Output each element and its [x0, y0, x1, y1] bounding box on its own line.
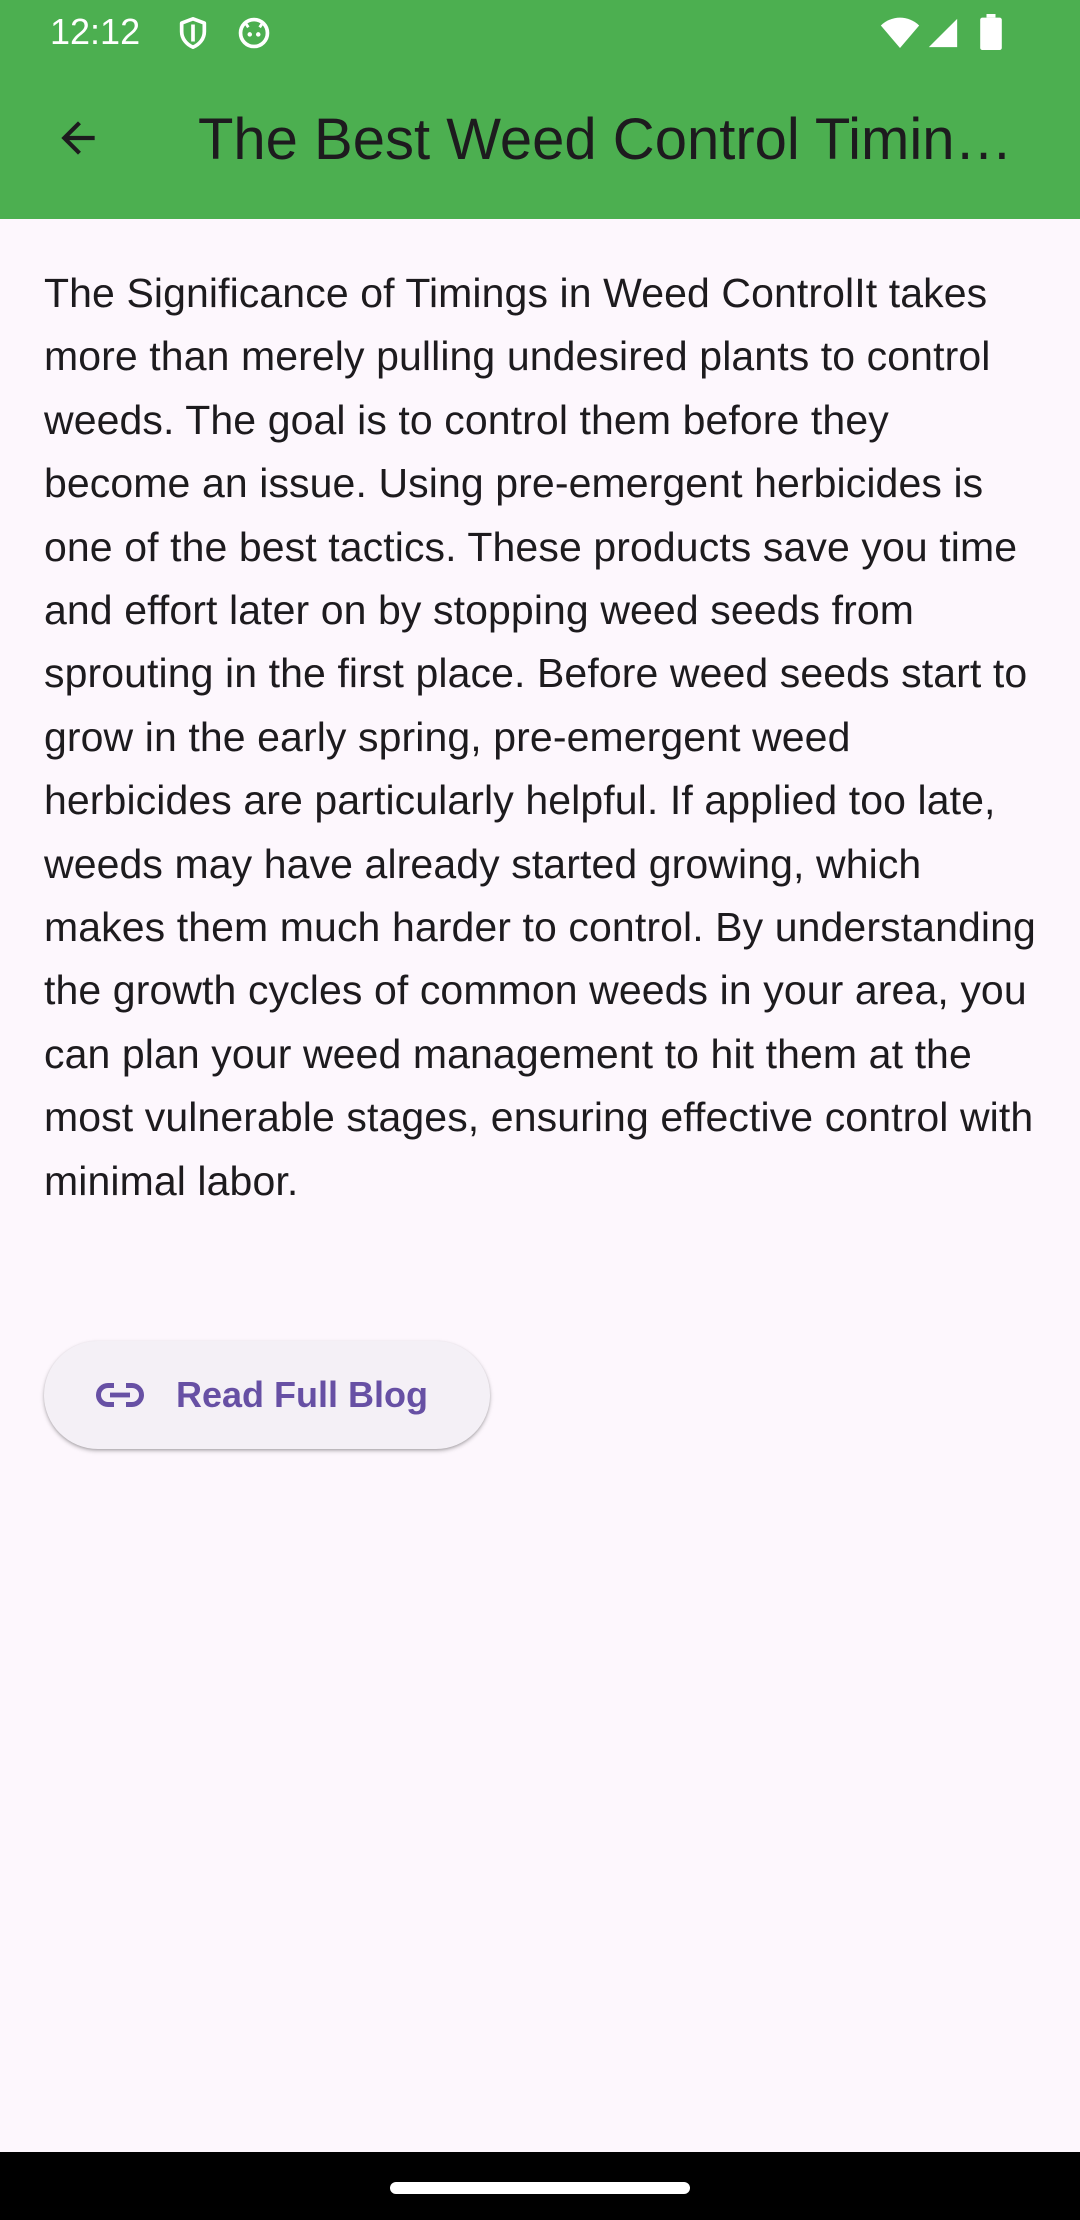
read-full-blog-label: Read Full Blog	[176, 1374, 428, 1415]
article-content: The Significance of Timings in Weed Cont…	[44, 262, 1044, 1213]
status-time: 12:12	[50, 11, 141, 52]
article-body: The Significance of Timings in Weed Cont…	[44, 270, 1036, 1204]
link-icon	[96, 1383, 144, 1407]
back-button[interactable]	[38, 98, 118, 178]
shield-icon	[179, 16, 207, 50]
navigation-bar	[0, 2152, 1080, 2220]
page-title: The Best Weed Control Timings for Every …	[198, 108, 1038, 172]
wifi-icon	[880, 17, 920, 48]
arrow-back-icon	[61, 121, 95, 155]
home-gesture-handle[interactable]	[390, 2182, 690, 2194]
read-full-blog-button[interactable]: Read Full Blog	[44, 1341, 490, 1449]
android-icon	[238, 17, 270, 49]
status-bar: 12:12	[0, 0, 1080, 64]
app-bar: The Best Weed Control Timings for Every …	[0, 64, 1080, 219]
signal-icon	[928, 18, 958, 48]
battery-icon	[980, 14, 1002, 50]
